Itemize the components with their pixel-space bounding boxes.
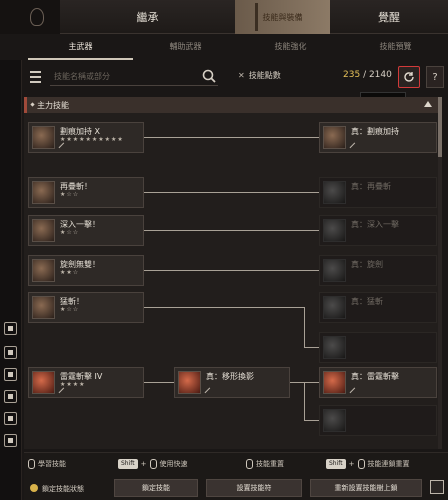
skill-node-locked[interactable]: 真：旋劍 bbox=[319, 255, 437, 286]
logo bbox=[0, 0, 60, 34]
section-label: 主力技能 bbox=[37, 101, 69, 110]
preset-5-icon[interactable] bbox=[4, 434, 17, 447]
weapon-icon bbox=[349, 142, 360, 153]
legend-learn: 學習技能 bbox=[28, 459, 66, 469]
banner-label: 技能與裝備 bbox=[262, 12, 303, 22]
mouse-icon bbox=[246, 459, 253, 469]
subtab-enhance[interactable]: 技能強化 bbox=[238, 34, 343, 60]
connector bbox=[144, 192, 319, 193]
bullet-icon bbox=[30, 102, 35, 107]
skill-node[interactable]: 真：雷霆斬擊 bbox=[319, 367, 437, 398]
weapon-icon bbox=[58, 387, 69, 398]
skill-icon bbox=[323, 219, 346, 242]
crossed-swords-icon: ✕ bbox=[238, 71, 245, 80]
sub-tabs: 主武器 輔助武器 技能強化 技能預覽 bbox=[28, 34, 448, 60]
mouse-icon bbox=[149, 459, 157, 469]
set-skill-button[interactable]: 設置技能符 bbox=[206, 479, 302, 497]
reset-button[interactable] bbox=[398, 66, 420, 88]
connector bbox=[144, 382, 174, 383]
connector bbox=[144, 230, 319, 231]
skill-node-locked[interactable]: 真：猛斬 bbox=[319, 292, 437, 323]
skill-node[interactable]: 真：劃痕加持 bbox=[319, 122, 437, 153]
skill-icon bbox=[32, 181, 55, 204]
subtab-main-weapon[interactable]: 主武器 bbox=[28, 34, 133, 60]
legend-cascade: Shift + 技能連鎖重置 bbox=[326, 459, 410, 469]
lock-toggle[interactable] bbox=[30, 484, 38, 492]
skill-node[interactable]: 真：移形換影 bbox=[174, 367, 290, 398]
skill-node[interactable]: 旋劍無雙！ ★★☆ bbox=[28, 255, 144, 286]
skill-icon bbox=[323, 371, 346, 394]
connector bbox=[144, 307, 304, 308]
skill-icon bbox=[32, 371, 55, 394]
skill-icon bbox=[323, 259, 346, 282]
search-icon[interactable] bbox=[202, 69, 216, 83]
skill-icon bbox=[323, 409, 346, 432]
tab-awakening[interactable]: 覺醒 bbox=[330, 0, 448, 34]
skill-node[interactable]: 雷霆斬擊 IV ★★★★ bbox=[28, 367, 144, 398]
save-icon[interactable] bbox=[430, 480, 444, 494]
skill-node-locked[interactable] bbox=[319, 405, 437, 436]
skill-icon bbox=[32, 259, 55, 282]
skill-icon bbox=[323, 181, 346, 204]
lock-toggle-label: 鎖定技能狀態 bbox=[42, 485, 84, 493]
mouse-icon bbox=[357, 459, 365, 469]
connector bbox=[144, 270, 319, 271]
reset-tree-button[interactable]: 重新設置技能樹上鎖 bbox=[310, 479, 422, 497]
sidebar bbox=[0, 60, 22, 500]
skill-tree-panel: 主力技能 劃痕加持 X ★★★★★★★★★★ 真：劃痕加持 再疊斬！ ★☆☆ 真… bbox=[24, 97, 442, 449]
download-icon[interactable] bbox=[4, 322, 17, 335]
search-row: ✕技能點數 235 / 2140 ? bbox=[28, 66, 446, 88]
connector bbox=[304, 307, 305, 347]
skill-node-locked[interactable]: 真：深入一擊 bbox=[319, 215, 437, 246]
scrollbar[interactable] bbox=[438, 97, 442, 449]
skill-icon bbox=[178, 371, 201, 394]
refresh-icon bbox=[404, 72, 414, 82]
skill-icon bbox=[323, 336, 346, 359]
connector bbox=[304, 420, 319, 421]
top-bar: 繼承 技能與裝備 覺醒 bbox=[0, 0, 448, 34]
list-view-icon[interactable] bbox=[28, 68, 44, 84]
skill-node[interactable]: 劃痕加持 X ★★★★★★★★★★ bbox=[28, 122, 144, 153]
preset-2-icon[interactable] bbox=[4, 368, 17, 381]
lock-skill-button[interactable]: 鎖定技能 bbox=[114, 479, 198, 497]
skill-node-locked[interactable]: 真：再疊斬 bbox=[319, 177, 437, 208]
tab-banner[interactable]: 技能與裝備 bbox=[235, 0, 330, 34]
skill-node[interactable]: 再疊斬！ ★☆☆ bbox=[28, 177, 144, 208]
mouse-icon bbox=[28, 459, 35, 469]
connector bbox=[144, 137, 319, 138]
preset-3-icon[interactable] bbox=[4, 390, 17, 403]
connector bbox=[290, 382, 320, 383]
skill-icon bbox=[323, 126, 346, 149]
skill-points-label: ✕ 技能點數 bbox=[238, 71, 281, 80]
skill-node-locked[interactable] bbox=[319, 332, 437, 363]
collapse-arrow-icon[interactable] bbox=[424, 101, 432, 107]
skill-icon bbox=[32, 126, 55, 149]
preset-4-icon[interactable] bbox=[4, 412, 17, 425]
skill-node[interactable]: 猛斬！ ★☆☆ bbox=[28, 292, 144, 323]
skill-node[interactable]: 深入一擊！ ★☆☆ bbox=[28, 215, 144, 246]
connector bbox=[304, 347, 319, 348]
legend-reset: 技能重置 bbox=[246, 459, 284, 469]
help-button[interactable]: ? bbox=[426, 66, 444, 88]
scrollbar-thumb[interactable] bbox=[438, 97, 442, 157]
weapon-icon bbox=[204, 387, 215, 398]
sword-icon bbox=[255, 3, 258, 31]
search-input[interactable] bbox=[50, 68, 218, 86]
skill-points-value: 235 / 2140 bbox=[343, 70, 392, 80]
weapon-icon bbox=[58, 142, 69, 153]
section-header[interactable]: 主力技能 bbox=[24, 97, 442, 113]
skill-icon bbox=[323, 296, 346, 319]
connector bbox=[304, 382, 305, 420]
skill-icon bbox=[32, 296, 55, 319]
skill-icon bbox=[32, 219, 55, 242]
legend-quick: Shift + 使用快速 bbox=[118, 459, 188, 469]
subtab-preview[interactable]: 技能預覽 bbox=[343, 34, 448, 60]
bottom-bar: 學習技能 Shift + 使用快速 技能重置 Shift + 技能連鎖重置 鎖定技能狀態… bbox=[24, 452, 448, 500]
tab-inheritance[interactable]: 繼承 bbox=[60, 0, 235, 34]
preset-1-icon[interactable] bbox=[4, 346, 17, 359]
weapon-icon bbox=[349, 387, 360, 398]
emblem-icon bbox=[30, 8, 44, 26]
subtab-sub-weapon[interactable]: 輔助武器 bbox=[133, 34, 238, 60]
